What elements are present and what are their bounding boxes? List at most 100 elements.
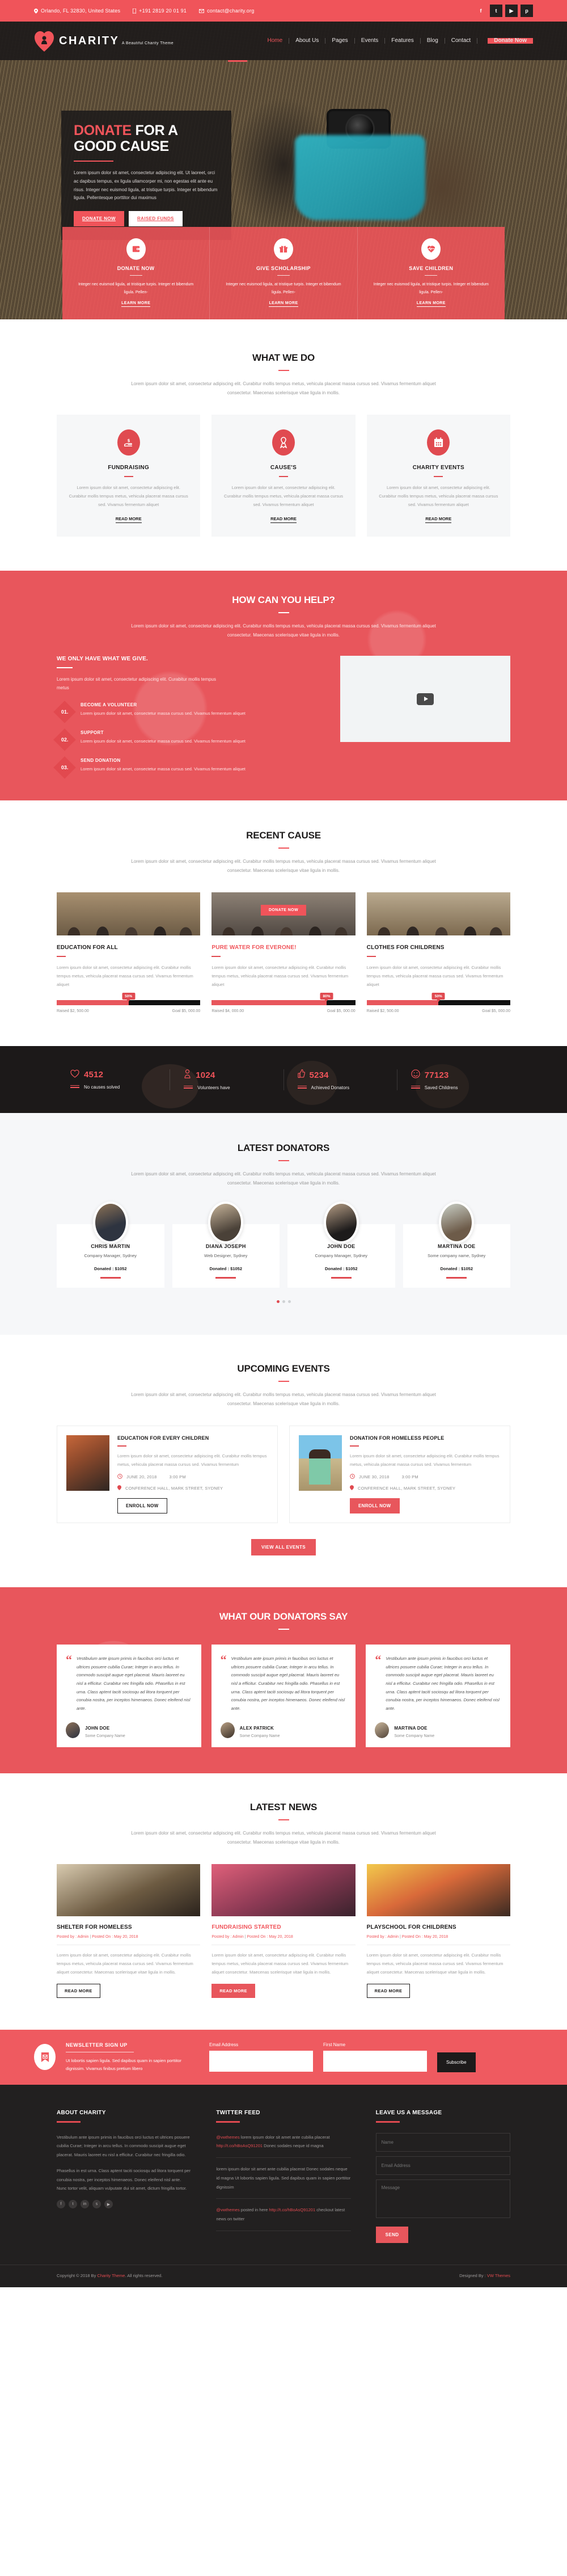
service-card-causes[interactable]: CAUSE'S Lorem ipsum dolor sit amet, cons… bbox=[211, 415, 356, 537]
feature-box-learn-more[interactable]: LEARN MORE bbox=[416, 301, 446, 307]
news-read-more-button[interactable]: READ MORE bbox=[366, 1983, 411, 1998]
contact-name-input[interactable] bbox=[375, 2132, 510, 2152]
facebook-icon[interactable]: f bbox=[57, 2200, 65, 2208]
event-card[interactable]: DONATION FOR HOMELESS PEOPLE Lorem ipsum… bbox=[289, 1425, 510, 1524]
nav-item-events[interactable]: Events bbox=[355, 38, 386, 44]
avatar bbox=[208, 1201, 244, 1244]
newsletter-firstname-input[interactable] bbox=[323, 2051, 427, 2072]
cause-donate-now-tag[interactable]: DONATE NOW bbox=[260, 905, 307, 916]
testimonial-card: “ Vestibulum ante ipsum primis in faucib… bbox=[366, 1645, 511, 1747]
section-divider bbox=[278, 1160, 289, 1162]
enroll-now-button[interactable]: ENROLL NOW bbox=[117, 1498, 167, 1514]
nav-item-blog[interactable]: Blog bbox=[421, 38, 445, 44]
feature-box-give-scholarship[interactable]: GIVE SCHOLARSHIP Integer nec euismod lig… bbox=[210, 227, 358, 319]
carousel-dot-1[interactable] bbox=[276, 1300, 280, 1303]
donator-card[interactable]: MARTINA DOE Some company name, Sydney Do… bbox=[403, 1201, 510, 1288]
hero-title-highlight: DONATE bbox=[74, 123, 132, 138]
section-title: RECENT CAUSE bbox=[246, 830, 321, 841]
enroll-now-button[interactable]: ENROLL NOW bbox=[350, 1498, 400, 1514]
nav-menu: Home About Us Pages Events Features Blog… bbox=[261, 38, 533, 44]
footer-social-links: f t in s ▶ bbox=[57, 2200, 191, 2208]
contact-send-button[interactable]: SEND bbox=[375, 2226, 409, 2243]
service-card-fundraising[interactable]: $ FUNDRAISING Lorem ipsum dolor sit amet… bbox=[57, 415, 201, 537]
twitter-icon[interactable]: t bbox=[490, 5, 502, 17]
carousel-dot-3[interactable] bbox=[287, 1300, 291, 1303]
service-card-read-more[interactable]: READ MORE bbox=[270, 516, 297, 523]
testimonial-role: Some Company Name bbox=[239, 1734, 280, 1738]
feature-box-donate-now[interactable]: DONATE NOW Integer nec euismod ligula, a… bbox=[62, 227, 210, 319]
tweet-link[interactable]: http://t.co/hBoAsQ91201 bbox=[269, 2207, 315, 2212]
service-card-read-more[interactable]: READ MORE bbox=[425, 516, 452, 523]
copyright-link[interactable]: Charity Theme bbox=[97, 2273, 125, 2278]
stat-dash bbox=[297, 1085, 307, 1090]
help-left-heading: WE ONLY HAVE WHAT WE GIVE. bbox=[57, 656, 148, 662]
clock-icon bbox=[350, 1474, 355, 1480]
hero-raised-funds-button[interactable]: RAISED FUNDS bbox=[128, 211, 183, 227]
service-card-text: Lorem ipsum dolor sit amet, consectetur … bbox=[223, 485, 344, 507]
view-all-events-button[interactable]: VIEW ALL EVENTS bbox=[251, 1539, 316, 1556]
donate-now-button[interactable]: Donate Now bbox=[488, 38, 533, 44]
cause-card[interactable]: EDUCATION FOR ALL Lorem ipsum dolor sit … bbox=[57, 892, 201, 1013]
cause-card[interactable]: DONATE NOW PURE WATER FOR EVERONE! Lorem… bbox=[211, 892, 356, 1013]
youtube-icon[interactable]: ▶ bbox=[505, 5, 518, 17]
play-button-icon[interactable] bbox=[417, 693, 434, 705]
tweet-item: @vwthemes lorem ipsum dolor sit amet ant… bbox=[216, 2133, 351, 2158]
news-read-more-button[interactable]: READ MORE bbox=[57, 1983, 100, 1998]
stat-label: No causes solved bbox=[84, 1084, 120, 1090]
nav-item-pages[interactable]: Pages bbox=[325, 38, 355, 44]
service-card-read-more[interactable]: READ MORE bbox=[115, 516, 142, 523]
tweet-item: @vwthemes posted in here http://t.co/hBo… bbox=[216, 2206, 351, 2231]
newsletter-subscribe-button[interactable]: Subscribe bbox=[437, 2052, 476, 2072]
hero-donate-now-button[interactable]: DONATE NOW bbox=[74, 211, 124, 227]
donator-card[interactable]: CHRIS MARTIN Company Manager, Sydney Don… bbox=[57, 1201, 164, 1288]
donator-role: Company Manager, Sydney bbox=[315, 1253, 368, 1259]
help-left-text: Lorem ipsum dolor sit amet, consectetur … bbox=[57, 677, 217, 691]
skype-icon[interactable]: s bbox=[92, 2200, 101, 2208]
stat-dash bbox=[70, 1085, 79, 1089]
service-card-title: FUNDRAISING bbox=[108, 465, 150, 471]
section-title: LATEST NEWS bbox=[249, 1801, 318, 1812]
event-card[interactable]: EDUCATION FOR EVERY CHILDREN Lorem ipsum… bbox=[57, 1425, 278, 1524]
youtube-icon[interactable]: ▶ bbox=[104, 2200, 113, 2208]
testimonial-name: ALEX PATRICK bbox=[239, 1725, 274, 1731]
donator-card[interactable]: JOHN DOE Company Manager, Sydney Donated… bbox=[287, 1201, 395, 1288]
contact-message-textarea[interactable] bbox=[375, 2179, 510, 2218]
hand-dollar-icon: $ bbox=[117, 429, 140, 456]
thumbs-up-icon bbox=[297, 1069, 305, 1081]
tweet-link[interactable]: http://t.co/hBoAsQ91201 bbox=[216, 2143, 263, 2148]
designed-by-link[interactable]: VW Themes bbox=[487, 2273, 510, 2278]
twitter-icon[interactable]: t bbox=[69, 2200, 77, 2208]
nav-item-about-us[interactable]: About Us bbox=[289, 38, 326, 44]
donator-name: JOHN DOE bbox=[327, 1243, 356, 1250]
carousel-dots[interactable] bbox=[57, 1300, 510, 1303]
news-card[interactable]: FUNDRAISING STARTED Posted by : Admin | … bbox=[211, 1864, 356, 1998]
section-title: LATEST DONATORS bbox=[237, 1142, 330, 1154]
nav-item-contact[interactable]: Contact bbox=[445, 38, 478, 44]
service-card-charity-events[interactable]: CHARITY EVENTS Lorem ipsum dolor sit ame… bbox=[366, 415, 510, 537]
news-card[interactable]: PLAYSCHOOL FOR CHILDRENS Posted by : Adm… bbox=[366, 1864, 510, 1998]
news-text: Lorem ipsum dolor sit amet, consectetur … bbox=[211, 1952, 349, 1975]
pinterest-icon[interactable]: p bbox=[521, 5, 533, 17]
news-read-more-button[interactable]: READ MORE bbox=[211, 1983, 255, 1998]
help-video-player[interactable] bbox=[340, 656, 510, 742]
contact-email-input[interactable] bbox=[375, 2156, 510, 2175]
tweet-handle[interactable]: @vwthemes bbox=[216, 2207, 239, 2212]
linkedin-icon[interactable]: in bbox=[81, 2200, 89, 2208]
newsletter-name-label: First Name bbox=[323, 2042, 346, 2048]
site-logo[interactable]: CHARITY A Beautiful Charity Theme bbox=[34, 29, 174, 52]
nav-item-features[interactable]: Features bbox=[385, 38, 421, 44]
news-card[interactable]: SHELTER FOR HOMELESS Posted by : Admin |… bbox=[57, 1864, 201, 1998]
cause-card[interactable]: CLOTHES FOR CHILDRENS Lorem ipsum dolor … bbox=[366, 892, 510, 1013]
feature-box-save-children[interactable]: SAVE CHILDREN Integer nec euismod ligula… bbox=[357, 227, 505, 319]
donator-card[interactable]: DIANA JOSEPH Web Designer, Sydney Donate… bbox=[172, 1201, 280, 1288]
facebook-icon[interactable]: f bbox=[475, 5, 487, 17]
carousel-dot-2[interactable] bbox=[282, 1300, 285, 1303]
tweet-handle[interactable]: @vwthemes bbox=[216, 2135, 239, 2140]
feature-box-learn-more[interactable]: LEARN MORE bbox=[121, 301, 151, 307]
help-step: 01. BECOME A VOLUNTEER Lorem ipsum dolor… bbox=[53, 701, 325, 724]
feature-box-learn-more[interactable]: LEARN MORE bbox=[269, 301, 298, 307]
newsletter-email-input[interactable] bbox=[209, 2051, 313, 2072]
how-can-you-help-section: HOW CAN YOU HELP? Lorem ipsum dolor sit … bbox=[0, 571, 567, 801]
donator-amount: Donated : $1052 bbox=[324, 1266, 358, 1272]
nav-item-home[interactable]: Home bbox=[261, 38, 290, 44]
